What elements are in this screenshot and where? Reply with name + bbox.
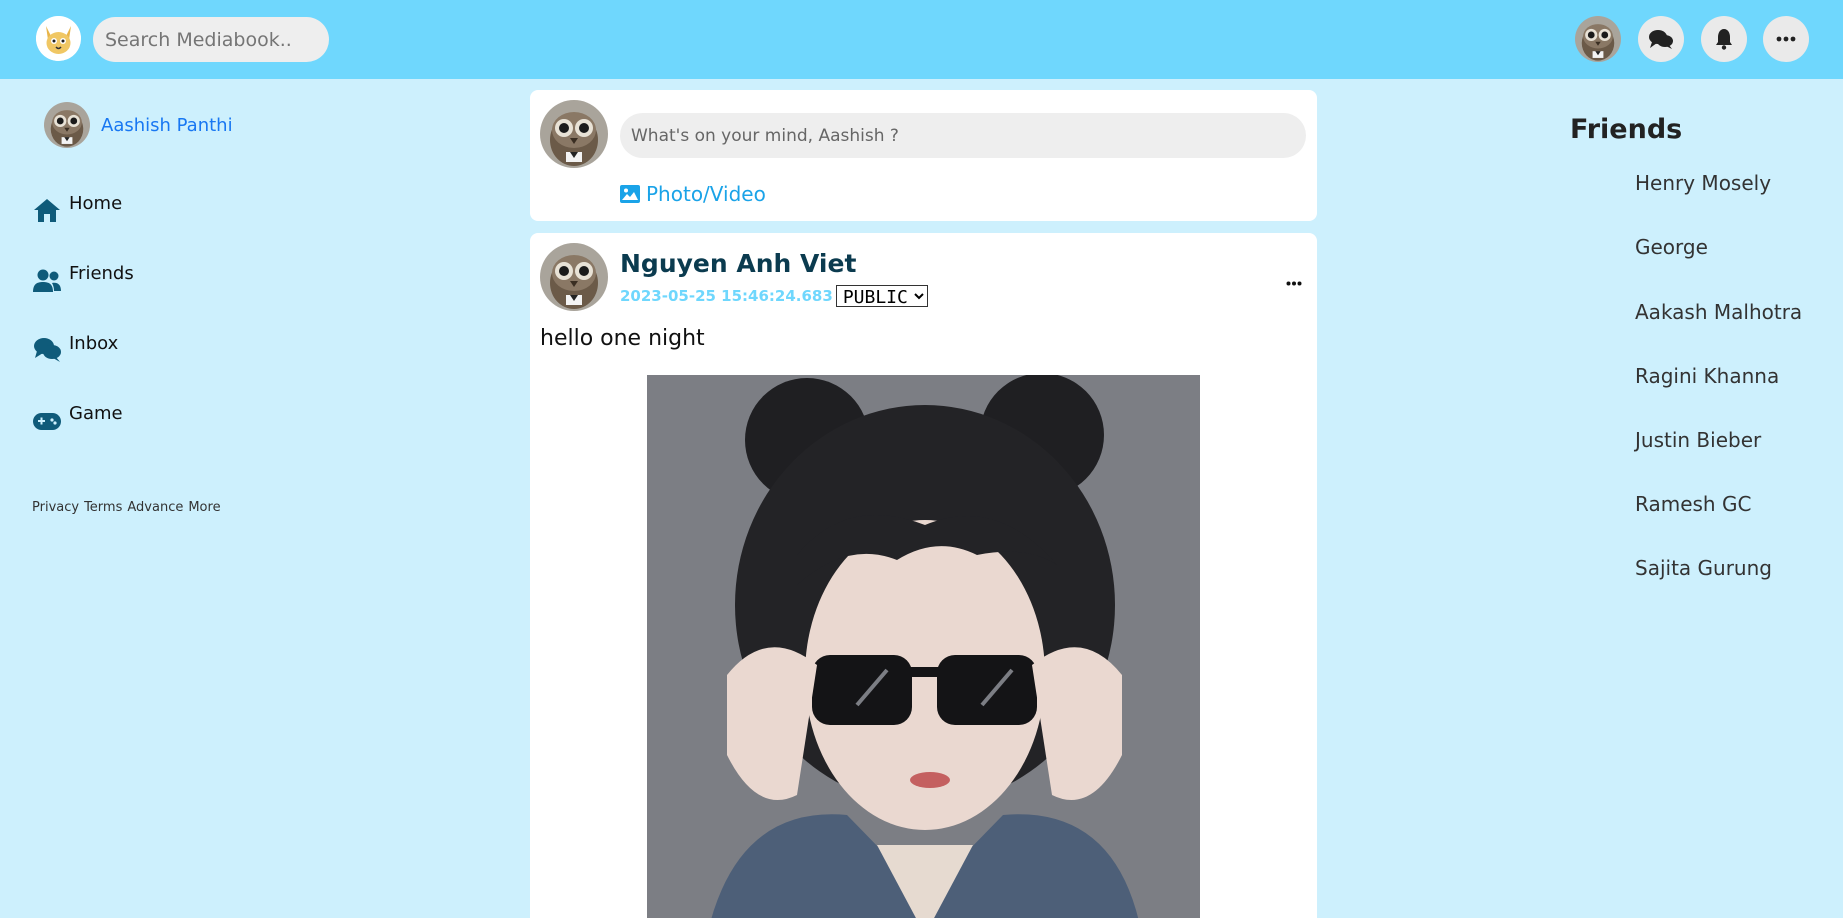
- friends-icon: [33, 269, 61, 292]
- post-card: Nguyen Anh Viet 2023-05-25 15:46:24.683 …: [530, 233, 1317, 918]
- sidebar-item-label: Home: [69, 193, 123, 214]
- friend-item[interactable]: Ramesh GC: [1635, 492, 1751, 516]
- friend-item[interactable]: Aakash Malhotra: [1635, 300, 1802, 324]
- avatar: [540, 100, 608, 168]
- sidebar-item-friends[interactable]: Friends: [32, 263, 134, 295]
- sidebar-item-home[interactable]: Home: [32, 193, 122, 225]
- top-navbar: [0, 0, 1843, 79]
- profile-name[interactable]: Aashish Panthi: [101, 115, 233, 136]
- post-timestamp: 2023-05-25 15:46:24.683: [620, 287, 833, 305]
- friend-item[interactable]: Justin Bieber: [1635, 428, 1761, 452]
- post-text: hello one night: [540, 326, 705, 351]
- photo-video-button[interactable]: Photo/Video: [620, 182, 766, 206]
- sidebar-item-label: Friends: [69, 263, 134, 284]
- sidebar-item-inbox[interactable]: Inbox: [32, 333, 118, 365]
- friend-item[interactable]: Ragini Khanna: [1635, 364, 1779, 388]
- more-icon: [1286, 281, 1302, 286]
- status-input[interactable]: [620, 113, 1306, 158]
- friend-item[interactable]: George: [1635, 235, 1708, 259]
- avatar[interactable]: [540, 243, 608, 311]
- messages-button[interactable]: [1638, 16, 1684, 62]
- notifications-button[interactable]: [1701, 16, 1747, 62]
- image-icon: [620, 185, 640, 203]
- sidebar-item-game[interactable]: Game: [32, 403, 123, 435]
- gamepad-icon: [33, 413, 61, 430]
- sidebar-item-label: Inbox: [69, 333, 119, 354]
- dog-logo-icon[interactable]: [36, 16, 81, 61]
- post-composer: Photo/Video: [530, 90, 1317, 221]
- privacy-link[interactable]: Privacy: [32, 500, 79, 515]
- footer-links: Privacy Terms Advance More: [32, 500, 226, 515]
- terms-link[interactable]: Terms: [84, 500, 122, 515]
- sidebar-item-label: Game: [69, 403, 123, 424]
- sidebar-profile[interactable]: Aashish Panthi: [44, 102, 233, 148]
- bell-icon: [1716, 29, 1732, 50]
- avatar: [44, 102, 90, 148]
- photo-video-label: Photo/Video: [646, 182, 766, 206]
- inbox-icon: [34, 338, 61, 362]
- friend-item[interactable]: Sajita Gurung: [1635, 556, 1772, 580]
- post-image[interactable]: [647, 375, 1200, 918]
- home-icon: [34, 199, 60, 222]
- privacy-select[interactable]: PUBLIC: [835, 285, 928, 307]
- more-button[interactable]: [1763, 16, 1809, 62]
- friend-item[interactable]: Henry Mosely: [1635, 171, 1771, 195]
- post-meta: 2023-05-25 15:46:24.683 PUBLIC: [620, 285, 928, 307]
- post-author[interactable]: Nguyen Anh Viet: [620, 249, 856, 278]
- post-options-button[interactable]: [1286, 273, 1302, 291]
- advance-link[interactable]: Advance: [127, 500, 183, 515]
- search-input[interactable]: [93, 17, 329, 62]
- more-link[interactable]: More: [188, 500, 220, 515]
- more-icon: [1776, 36, 1796, 42]
- messages-icon: [1649, 30, 1673, 49]
- user-avatar[interactable]: [1575, 16, 1621, 62]
- friends-heading: Friends: [1570, 114, 1683, 145]
